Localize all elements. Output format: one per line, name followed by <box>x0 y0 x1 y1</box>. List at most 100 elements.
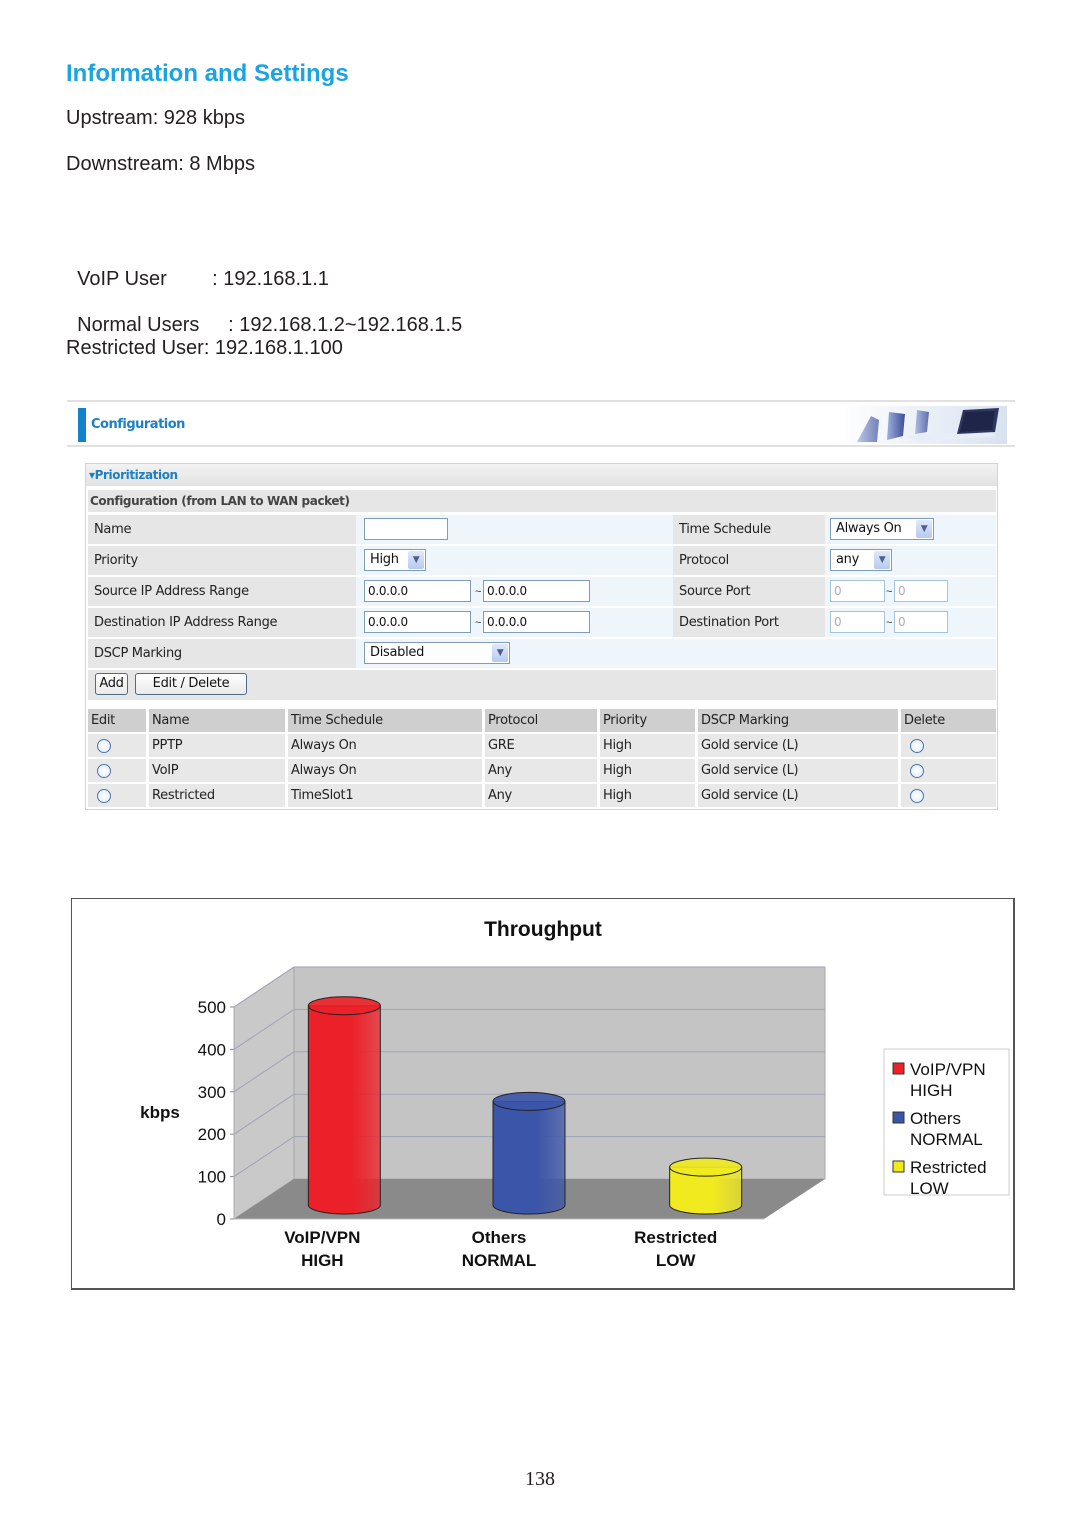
voip-user-value: : 192.168.1.1 <box>212 268 329 290</box>
legend-swatch <box>892 1062 905 1075</box>
rule-dscp: Gold service (L) <box>698 759 898 782</box>
x-tick-label: Others <box>472 1228 527 1247</box>
delete-radio[interactable] <box>910 764 924 778</box>
dscp-marking-label: DSCP Marking <box>88 639 356 668</box>
rules-table: Edit Name Time Schedule Protocol Priorit… <box>88 708 996 808</box>
time-schedule-select[interactable]: Always On ▼ <box>830 518 934 540</box>
configuration-title: Configuration <box>91 417 185 432</box>
y-tick-label: 300 <box>198 1083 226 1102</box>
add-button[interactable]: Add <box>95 673 128 695</box>
prioritization-section-header[interactable]: ▾Prioritization <box>86 464 997 486</box>
source-ip-label: Source IP Address Range <box>88 577 356 606</box>
restricted-user-text: Restricted User: 192.168.1.100 <box>66 337 343 359</box>
dscp-marking-select[interactable]: Disabled ▼ <box>364 642 510 664</box>
delete-cell <box>901 734 996 757</box>
destination-ip-from-input[interactable] <box>364 611 471 633</box>
time-schedule-label: Time Schedule <box>673 515 825 544</box>
source-port-label: Source Port <box>673 577 825 606</box>
y-tick-label: 0 <box>217 1210 226 1229</box>
chevron-down-icon: ▼ <box>874 551 890 569</box>
x-tick-label: HIGH <box>301 1251 344 1270</box>
rule-protocol: Any <box>485 784 597 807</box>
bar-top-2 <box>669 1157 743 1177</box>
y-tick-label: 100 <box>198 1168 226 1187</box>
legend-label: NORMAL <box>910 1130 983 1149</box>
legend-label: LOW <box>910 1179 949 1198</box>
x-tick-label: VoIP/VPN <box>284 1228 360 1247</box>
config-subheader: Configuration (from LAN to WAN packet) <box>88 490 996 512</box>
destination-port-from-input[interactable] <box>830 611 885 633</box>
form-row: Source IP Address Range ~ Source Port ~ <box>88 577 996 606</box>
voip-user-label: VoIP User <box>77 268 167 290</box>
rule-name: PPTP <box>149 734 285 757</box>
y-tick-label: 500 <box>198 998 226 1017</box>
rule-protocol: GRE <box>485 734 597 757</box>
edit-radio[interactable] <box>97 739 111 753</box>
rule-schedule: Always On <box>288 734 482 757</box>
source-port-to-input[interactable] <box>894 580 948 602</box>
rule-priority: High <box>600 734 695 757</box>
table-row: PPTP Always On GRE High Gold service (L) <box>88 733 996 758</box>
x-tick-label: NORMAL <box>462 1251 537 1270</box>
chart-title: Throughput <box>484 918 602 941</box>
voip-user-line: VoIP User : 192.168.1.1 <box>66 245 329 291</box>
edit-radio[interactable] <box>97 764 111 778</box>
range-separator: ~ <box>475 586 482 598</box>
col-header-name: Name <box>149 709 285 732</box>
chevron-down-icon: ▼ <box>492 644 508 662</box>
rule-name: VoIP <box>149 759 285 782</box>
normal-users-label: Normal Users <box>77 314 200 336</box>
priority-select[interactable]: High ▼ <box>364 549 426 571</box>
delete-radio[interactable] <box>910 789 924 803</box>
bar-top-1 <box>492 1091 566 1111</box>
protocol-select[interactable]: any ▼ <box>830 549 892 571</box>
edit-delete-button[interactable]: Edit / Delete <box>135 673 247 695</box>
table-header-row: Edit Name Time Schedule Protocol Priorit… <box>88 708 996 733</box>
form-row: Priority High ▼ Protocol any ▼ <box>88 546 996 575</box>
y-axis-label: kbps <box>140 1103 180 1122</box>
chevron-down-icon: ▼ <box>916 520 932 538</box>
range-separator: ~ <box>886 617 893 629</box>
chevron-down-icon: ▼ <box>408 551 424 569</box>
source-ip-to-input[interactable] <box>483 580 590 602</box>
chart-side-wall <box>233 966 295 1220</box>
rule-schedule: Always On <box>288 759 482 782</box>
legend-label: VoIP/VPN <box>910 1060 986 1079</box>
name-input[interactable] <box>364 518 448 540</box>
col-header-protocol: Protocol <box>485 709 597 732</box>
edit-cell <box>88 784 146 807</box>
rule-schedule: TimeSlot1 <box>288 784 482 807</box>
delete-radio[interactable] <box>910 739 924 753</box>
time-schedule-value: Always On <box>836 521 902 536</box>
config-subheader-text: Configuration (from LAN to WAN packet) <box>90 494 350 508</box>
source-port-from-input[interactable] <box>830 580 885 602</box>
dscp-marking-value: Disabled <box>370 645 425 660</box>
destination-ip-to-input[interactable] <box>483 611 590 633</box>
col-header-delete: Delete <box>901 709 996 732</box>
prioritization-title: ▾Prioritization <box>89 468 178 482</box>
form-row: DSCP Marking Disabled ▼ <box>88 639 996 668</box>
rule-name: Restricted <box>149 784 285 807</box>
edit-radio[interactable] <box>97 789 111 803</box>
bar-1 <box>492 1100 566 1215</box>
destination-port-label: Destination Port <box>673 608 825 637</box>
bar-0 <box>307 1005 381 1215</box>
normal-users-line: Normal Users: 192.168.1.2~192.168.1.5 <box>66 291 462 337</box>
priority-value: High <box>370 552 399 567</box>
col-header-dscp: DSCP Marking <box>698 709 898 732</box>
x-tick-label: LOW <box>656 1251 697 1270</box>
protocol-label: Protocol <box>673 546 825 575</box>
prioritization-panel: ▾Prioritization Configuration (from LAN … <box>85 463 998 810</box>
source-ip-from-input[interactable] <box>364 580 471 602</box>
rule-dscp: Gold service (L) <box>698 784 898 807</box>
range-separator: ~ <box>475 617 482 629</box>
x-tick-label: Restricted <box>634 1228 717 1247</box>
col-header-edit: Edit <box>88 709 146 732</box>
priority-label: Priority <box>88 546 356 575</box>
rule-priority: High <box>600 759 695 782</box>
configuration-header: Configuration <box>67 400 1015 448</box>
table-row: Restricted TimeSlot1 Any High Gold servi… <box>88 783 996 808</box>
destination-port-to-input[interactable] <box>894 611 948 633</box>
table-row: VoIP Always On Any High Gold service (L) <box>88 758 996 783</box>
legend-swatch <box>892 1160 905 1173</box>
